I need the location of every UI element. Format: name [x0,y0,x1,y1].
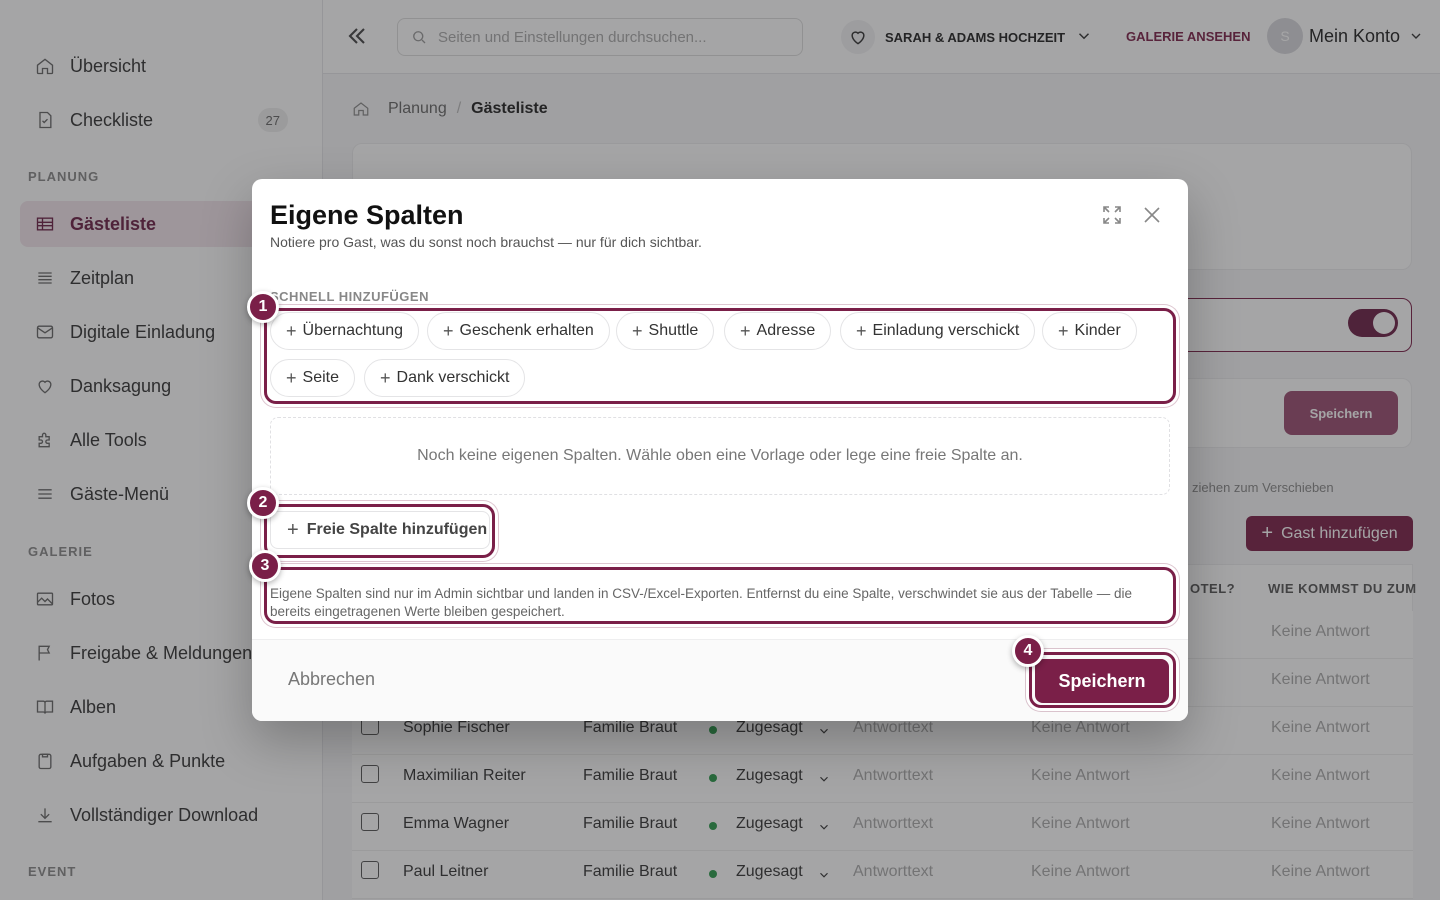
custom-columns-dialog: Eigene Spalten Notiere pro Gast, was du … [252,179,1188,721]
cancel-button[interactable]: Abbrechen [288,669,375,690]
callout-highlight-free-column [264,504,495,558]
close-icon[interactable] [1140,203,1164,227]
callout-highlight-save [1029,652,1176,708]
empty-state: Noch keine eigenen Spalten. Wähle oben e… [270,417,1170,495]
dialog-subtitle: Notiere pro Gast, was du sonst noch brau… [270,234,702,250]
callout-number: 3 [249,550,281,582]
callout-highlight-quick-add [264,308,1176,404]
expand-icon[interactable] [1100,203,1124,227]
quick-add-label: SCHNELL HINZUFÜGEN [270,289,429,304]
dialog-title: Eigene Spalten [270,200,464,230]
callout-number: 1 [247,291,279,323]
callout-number: 4 [1012,635,1044,667]
callout-highlight-info-note [264,567,1176,624]
callout-number: 2 [247,487,279,519]
